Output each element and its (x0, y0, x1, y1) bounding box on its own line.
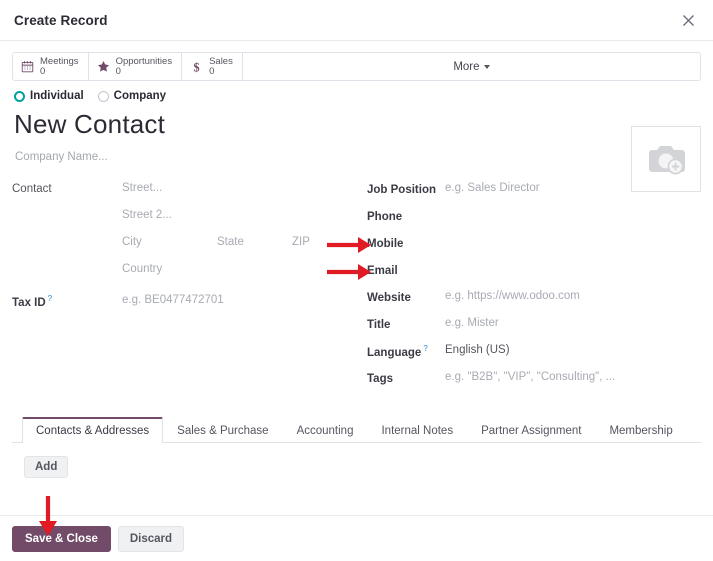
stat-value-sales: 0 (209, 65, 215, 77)
save-and-close-button[interactable]: Save & Close (12, 525, 111, 552)
field-label-tax-id-wrap: Tax ID? (12, 294, 122, 309)
radio-individual-dot (14, 90, 25, 102)
field-country: Country (12, 263, 367, 290)
field-label-language: Language (367, 347, 422, 359)
field-street2: Street 2... (12, 209, 367, 236)
field-input-country[interactable]: Country (122, 263, 162, 275)
radio-company-label: Company (113, 90, 167, 102)
tab-membership[interactable]: Membership (595, 417, 686, 443)
tab-internal-notes[interactable]: Internal Notes (367, 417, 467, 443)
field-label-job-position: Job Position (367, 184, 436, 196)
more-label: More (453, 60, 480, 73)
tab-label-internal-notes: Internal Notes (381, 425, 454, 437)
dialog-body: Meetings 0 Opportunities 0 $ Sales 0 Mor… (0, 41, 713, 514)
field-input-website[interactable]: e.g. https://www.odoo.com (445, 290, 580, 302)
help-tooltip-icon-tax-id[interactable]: ? (48, 294, 52, 303)
company-name-input[interactable]: Company Name... (15, 151, 701, 163)
record-type-radio-group: Individual Company (12, 90, 701, 102)
field-input-zip[interactable]: ZIP (292, 236, 310, 248)
field-label-website: Website (367, 292, 411, 304)
tab-label-partner-assignment: Partner Assignment (481, 425, 582, 437)
field-label-job-position-wrap: Job Position (367, 182, 445, 196)
field-tags: Tags e.g. "B2B", "VIP", "Consulting", ..… (367, 371, 701, 398)
stat-button-opportunities[interactable]: Opportunities 0 (88, 53, 183, 80)
tab-label-membership: Membership (609, 425, 673, 437)
tab-label-sales-purchase: Sales & Purchase (177, 425, 269, 437)
chevron-down-icon (483, 64, 490, 69)
field-label-tax-id: Tax ID (12, 297, 46, 309)
tab-partner-assignment[interactable]: Partner Assignment (467, 417, 595, 443)
field-label-phone-wrap: Phone (367, 209, 445, 223)
stat-button-meetings[interactable]: Meetings 0 (13, 53, 89, 80)
tab-contacts-addresses[interactable]: Contacts & Addresses (22, 417, 164, 443)
field-input-tax-id[interactable]: e.g. BE0477472701 (122, 294, 224, 306)
tab-panel-contacts-addresses: Add (12, 443, 701, 514)
record-title-input[interactable]: New Contact (14, 109, 701, 140)
star-icon (96, 60, 111, 73)
field-label-mobile-wrap: Mobile (367, 236, 445, 250)
field-job-position: Job Position e.g. Sales Director (367, 182, 701, 209)
tab-accounting[interactable]: Accounting (283, 417, 368, 443)
field-label-title: Title (367, 319, 391, 331)
tab-label-contacts-addresses: Contacts & Addresses (36, 425, 150, 437)
field-label-mobile: Mobile (367, 238, 404, 250)
dialog-header: Create Record (0, 0, 713, 41)
field-label-language-wrap: Language? (367, 344, 445, 359)
field-label-email-wrap: Email (367, 263, 445, 277)
stat-value-opportunities: 0 (115, 65, 121, 77)
stat-label-meetings: Meetings (40, 55, 79, 67)
field-label-tags-wrap: Tags (367, 371, 445, 385)
field-input-city[interactable]: City (122, 236, 217, 248)
field-input-language[interactable]: English (US) (445, 344, 510, 356)
field-label-title-wrap: Title (367, 317, 445, 331)
field-input-job-position[interactable]: e.g. Sales Director (445, 182, 540, 194)
field-language: Language? English (US) (367, 344, 701, 371)
stat-button-bar: Meetings 0 Opportunities 0 $ Sales 0 Mor… (12, 52, 701, 81)
field-mobile: Mobile (367, 236, 701, 263)
field-contact: Contact Street... (12, 182, 367, 209)
dialog-footer: Save & Close Discard (0, 515, 713, 561)
field-title: Title e.g. Mister (367, 317, 701, 344)
close-icon[interactable] (677, 9, 699, 31)
form-column-right: Job Position e.g. Sales Director Phone M… (367, 182, 701, 398)
field-input-title[interactable]: e.g. Mister (445, 317, 499, 329)
stat-label-opportunities: Opportunities (115, 55, 173, 67)
field-label-phone: Phone (367, 211, 403, 223)
stat-value-meetings: 0 (40, 65, 46, 77)
field-tax-id: Tax ID? e.g. BE0477472701 (12, 294, 367, 321)
field-input-state[interactable]: State (217, 236, 292, 248)
help-tooltip-icon-language[interactable]: ? (423, 344, 427, 353)
radio-company[interactable]: Company (97, 90, 167, 102)
field-label-website-wrap: Website (367, 290, 445, 304)
svg-text:$: $ (194, 60, 200, 74)
discard-button[interactable]: Discard (117, 525, 185, 552)
add-button[interactable]: Add (24, 456, 69, 478)
dialog-title: Create Record (14, 12, 108, 28)
field-input-street2[interactable]: Street 2... (122, 209, 172, 221)
notebook-tabs: Contacts & Addresses Sales & Purchase Ac… (12, 416, 701, 443)
more-dropdown-button[interactable]: More (242, 53, 700, 80)
dollar-icon: $ (189, 60, 204, 74)
field-label-email: Email (367, 265, 398, 277)
form-fields-area: Contact Street... Street 2... City State… (12, 182, 701, 398)
field-label-tags: Tags (367, 373, 393, 385)
radio-individual-label: Individual (30, 90, 84, 102)
form-column-left: Contact Street... Street 2... City State… (12, 182, 367, 398)
radio-individual[interactable]: Individual (14, 90, 84, 102)
calendar-icon (20, 60, 35, 73)
field-input-street[interactable]: Street... (122, 182, 162, 194)
field-input-tags[interactable]: e.g. "B2B", "VIP", "Consulting", ... (445, 371, 615, 383)
field-email: Email (367, 263, 701, 290)
field-city-state-zip: City State ZIP (12, 236, 367, 263)
tab-sales-purchase[interactable]: Sales & Purchase (163, 417, 282, 443)
tab-label-accounting: Accounting (296, 425, 354, 437)
field-website: Website e.g. https://www.odoo.com (367, 290, 701, 317)
radio-company-dot (97, 90, 109, 102)
stat-button-sales[interactable]: $ Sales 0 (182, 53, 243, 80)
field-phone: Phone (367, 209, 701, 236)
stat-label-sales: Sales (209, 55, 233, 67)
field-label-contact: Contact (12, 183, 52, 195)
